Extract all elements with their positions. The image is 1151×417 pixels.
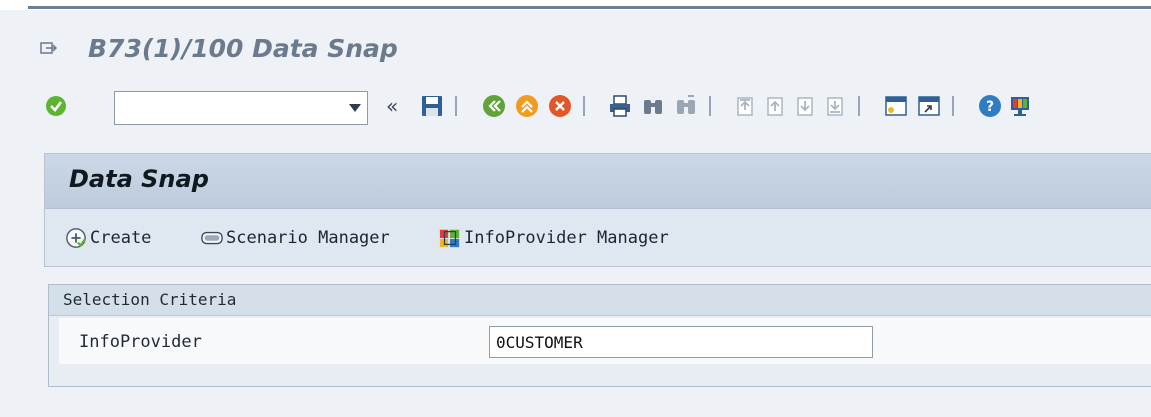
create-label: Create [90, 228, 152, 248]
shortcut-icon[interactable] [917, 94, 941, 118]
infoprovider-row: InfoProvider [59, 318, 1151, 364]
enter-icon[interactable] [44, 94, 68, 118]
title-bar: B73(1)/100 Data Snap [30, 10, 1151, 86]
exit-icon[interactable] [515, 94, 539, 118]
application-title: Data Snap [69, 165, 209, 193]
infoprovider-manager-label: InfoProvider Manager [464, 228, 669, 248]
menu-icon[interactable] [40, 40, 58, 56]
create-icon [65, 227, 87, 249]
dropdown-icon[interactable] [349, 104, 361, 112]
selection-criteria-header: Selection Criteria [49, 285, 1151, 316]
print-icon[interactable] [608, 94, 632, 118]
toolbar-separator [858, 96, 860, 116]
infoprovider-manager-icon [439, 227, 461, 249]
scenario-manager-button[interactable]: Scenario Manager [201, 226, 390, 250]
last-page-icon[interactable] [823, 94, 847, 118]
customize-layout-icon[interactable] [1008, 94, 1032, 118]
save-icon[interactable] [420, 94, 444, 118]
create-button[interactable]: Create [65, 226, 151, 250]
svg-text:?: ? [986, 99, 994, 115]
top-border-line [28, 6, 1151, 9]
next-page-icon[interactable] [793, 94, 817, 118]
system-toolbar: « ? [30, 86, 1151, 132]
toolbar-separator [709, 96, 711, 116]
selection-criteria-title: Selection Criteria [63, 290, 237, 309]
application-panel: Data Snap Create Scenario Manager InfoPr… [44, 153, 1151, 267]
find-icon[interactable] [641, 94, 665, 118]
scenario-manager-icon [201, 227, 223, 249]
infoprovider-manager-button[interactable]: InfoProvider Manager [439, 226, 669, 250]
scenario-manager-label: Scenario Manager [226, 228, 390, 248]
command-input[interactable] [115, 92, 337, 122]
application-header: Data Snap [45, 154, 1151, 209]
back-icon[interactable] [482, 94, 506, 118]
window-title: B73(1)/100 Data Snap [88, 34, 398, 63]
toolbar-separator [583, 96, 585, 116]
find-next-icon[interactable] [674, 94, 698, 118]
selection-criteria-group: Selection Criteria InfoProvider [48, 284, 1151, 387]
infoprovider-label: InfoProvider [79, 332, 202, 352]
previous-page-icon[interactable] [763, 94, 787, 118]
infoprovider-input[interactable] [489, 326, 873, 358]
cancel-icon[interactable] [548, 94, 572, 118]
toolbar-separator [952, 96, 954, 116]
top-strip [0, 0, 1151, 10]
new-session-icon[interactable] [884, 94, 908, 118]
command-field[interactable] [114, 91, 368, 125]
toolbar-separator [455, 96, 457, 116]
collapse-icon[interactable]: « [386, 94, 398, 118]
help-icon[interactable]: ? [978, 94, 1002, 118]
first-page-icon[interactable] [733, 94, 757, 118]
